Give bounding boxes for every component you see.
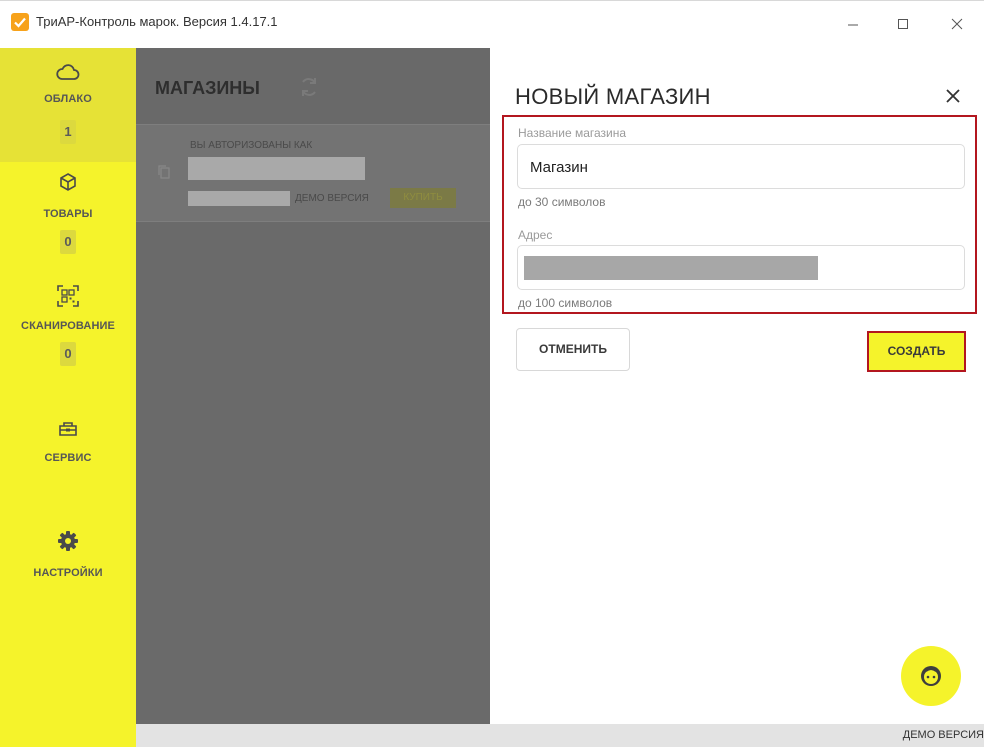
name-field-hint: до 30 символов — [518, 195, 606, 209]
close-icon — [951, 18, 963, 30]
account-label: ВЫ АВТОРИЗОВАНЫ КАК — [190, 140, 313, 151]
address-field-hint: до 100 символов — [518, 296, 613, 310]
maximize-icon — [898, 19, 908, 29]
sidebar-item-label: СЕРВИС — [44, 452, 92, 464]
account-card: ВЫ АВТОРИЗОВАНЫ КАК ДЕМО ВЕРСИЯ КУПИТЬ — [136, 124, 490, 222]
shop-name-value: Магазин — [530, 159, 588, 176]
name-field-label: Название магазина — [518, 126, 627, 140]
redacted-address-value — [524, 256, 818, 280]
sidebar-item-label: СКАНИРОВАНИЕ — [21, 320, 115, 332]
checkbox-icon — [11, 13, 29, 31]
copy-icon — [158, 165, 170, 184]
minimize-icon — [848, 24, 858, 26]
demo-version-label: ДЕМО ВЕРСИЯ — [295, 193, 369, 204]
sidebar-item-label: ОБЛАКО — [44, 93, 92, 105]
status-bar: ДЕМО ВЕРСИЯ — [136, 724, 984, 747]
qr-scan-icon — [0, 284, 136, 308]
buy-button[interactable]: КУПИТЬ — [390, 188, 456, 208]
toolbox-icon — [0, 418, 136, 442]
cancel-button[interactable]: ОТМЕНИТЬ — [516, 328, 630, 371]
redacted-account-name — [188, 157, 365, 180]
address-field[interactable] — [517, 245, 965, 290]
support-button[interactable] — [901, 646, 961, 706]
count-badge: 0 — [60, 230, 76, 254]
create-button[interactable]: СОЗДАТЬ — [867, 331, 966, 372]
new-shop-dialog: НОВЫЙ МАГАЗИН Название магазина Магазин … — [490, 48, 984, 724]
close-window-button[interactable] — [934, 9, 980, 39]
page-header: МАГАЗИНЫ — [136, 48, 490, 124]
count-badge: 1 — [60, 120, 76, 144]
close-icon — [946, 89, 960, 103]
window-titlebar: ТриАР-Контроль марок. Версия 1.4.17.1 — [0, 0, 984, 48]
sidebar-item-products[interactable]: ТОВАРЫ 0 — [0, 162, 136, 272]
maximize-button[interactable] — [880, 9, 926, 39]
sidebar: ОБЛАКО 1 ТОВАРЫ 0 СКАНИРОВАНИЕ 0 СЕРВИС — [0, 48, 136, 747]
dialog-title: НОВЫЙ МАГАЗИН — [515, 84, 711, 109]
address-field-label: Адрес — [518, 228, 553, 242]
count-badge: 0 — [60, 342, 76, 366]
window-title: ТриАР-Контроль марок. Версия 1.4.17.1 — [36, 14, 278, 29]
sidebar-item-scanning[interactable]: СКАНИРОВАНИЕ 0 — [0, 272, 136, 382]
cloud-icon — [0, 62, 136, 86]
support-agent-icon — [921, 666, 941, 686]
page-title: МАГАЗИНЫ — [155, 78, 260, 98]
box-icon — [0, 172, 136, 196]
refresh-icon — [298, 76, 320, 103]
sidebar-item-cloud[interactable]: ОБЛАКО 1 — [0, 48, 136, 162]
gear-icon — [0, 530, 136, 554]
sidebar-item-label: ТОВАРЫ — [43, 208, 93, 220]
shops-page-overlay: МАГАЗИНЫ ВЫ АВТОРИЗОВАНЫ КАК ДЕМО ВЕРСИЯ… — [136, 48, 490, 724]
dialog-close-button[interactable] — [942, 85, 964, 107]
status-text: ДЕМО ВЕРСИЯ — [902, 729, 984, 741]
redacted-account-id — [188, 191, 290, 206]
sidebar-item-service[interactable]: СЕРВИС — [0, 408, 136, 478]
sidebar-item-label: НАСТРОЙКИ — [33, 567, 103, 579]
shop-name-field[interactable]: Магазин — [517, 144, 965, 189]
sidebar-item-settings[interactable]: НАСТРОЙКИ — [0, 524, 136, 594]
minimize-button[interactable] — [830, 9, 876, 39]
